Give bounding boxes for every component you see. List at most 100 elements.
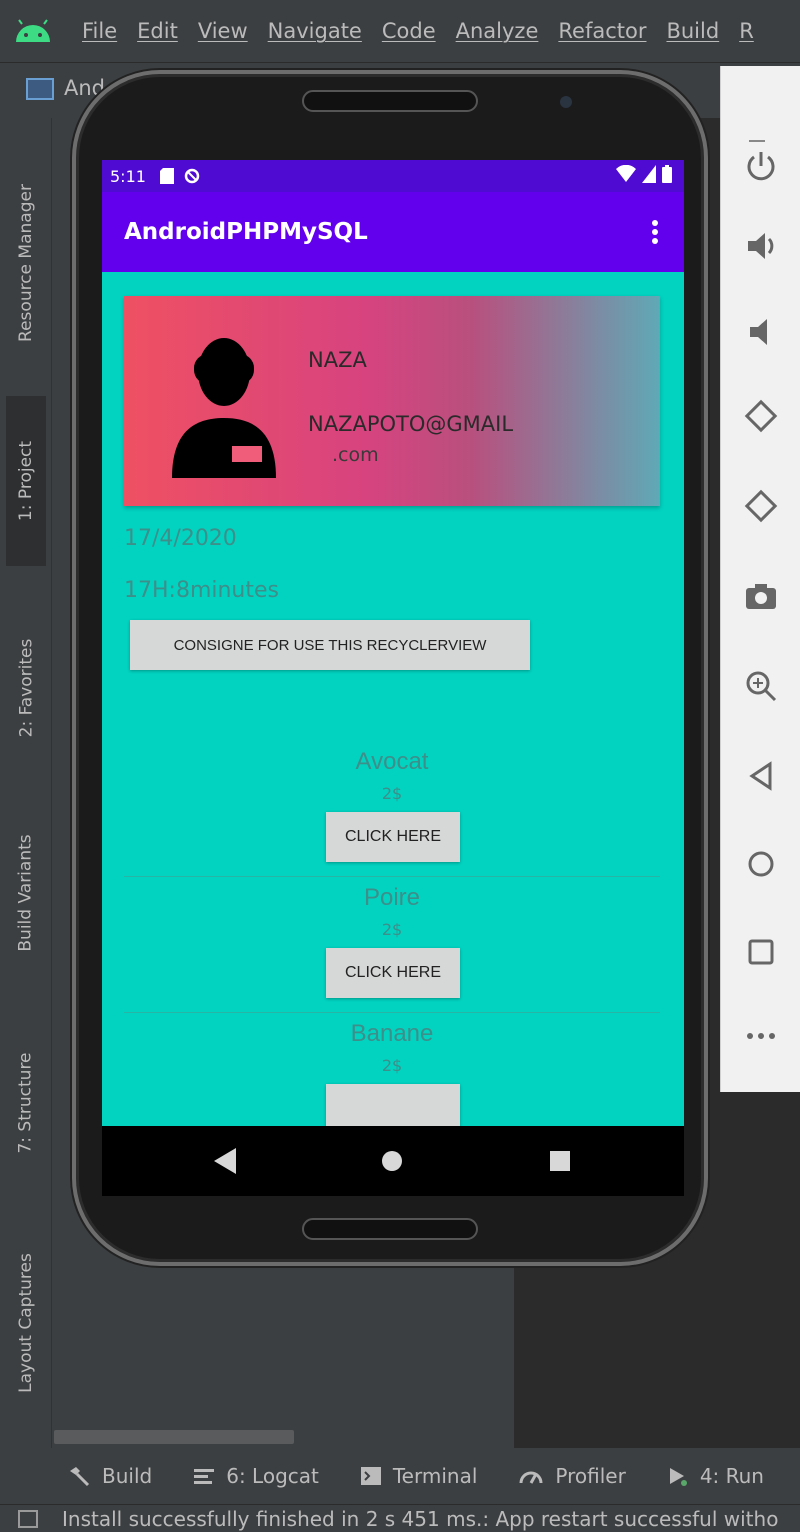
profile-email-domain: .com <box>332 444 379 466</box>
fruit-name: Banane <box>350 1020 434 1047</box>
menu-build[interactable]: Build <box>666 19 719 43</box>
terminal-icon <box>360 1467 381 1485</box>
home-control-button[interactable] <box>721 834 800 894</box>
tool-build-variants[interactable]: Build Variants <box>6 798 46 988</box>
profile-name: NAZA <box>308 348 367 372</box>
volume-up-button[interactable] <box>721 216 800 276</box>
screenshot-button[interactable] <box>721 566 800 626</box>
hammer-icon <box>70 1467 90 1487</box>
run-icon <box>669 1468 687 1486</box>
tool-build-variants-label: Build Variants <box>16 834 37 952</box>
home-icon <box>748 851 774 877</box>
android-studio-icon <box>16 19 50 42</box>
tool-build[interactable]: Build <box>68 1464 152 1488</box>
click-here-button[interactable] <box>326 1084 460 1126</box>
click-here-button[interactable]: CLICK HERE <box>326 948 460 998</box>
list-item: Avocat 2$ CLICK HERE <box>124 748 660 884</box>
power-button[interactable] <box>721 136 800 196</box>
rotate-right-button[interactable] <box>721 476 800 536</box>
menu-analyze[interactable]: Analyze <box>456 19 539 43</box>
user-avatar-icon <box>172 338 276 478</box>
status-bar: 5:11 <box>102 160 684 192</box>
tool-layout-captures[interactable]: Layout Captures <box>6 1218 46 1428</box>
tool-resource-manager[interactable]: Resource Manager <box>6 138 46 388</box>
tool-run-label: 4: Run <box>699 1464 764 1488</box>
volume-down-icon <box>750 319 767 345</box>
nav-back-icon[interactable] <box>214 1148 236 1174</box>
tool-logcat[interactable]: 6: Logcat <box>194 1464 319 1488</box>
profile-email: NAZAPOTO@GMAIL <box>308 412 514 436</box>
time-label: 17H:8minutes <box>124 578 279 603</box>
fruit-price: 2$ <box>381 1056 403 1075</box>
tool-logcat-label: 6: Logcat <box>226 1464 319 1488</box>
menu-code[interactable]: Code <box>382 19 436 43</box>
consigne-button[interactable]: CONSIGNE FOR USE THIS RECYCLERVIEW <box>130 620 530 670</box>
tool-run[interactable]: 4: Run <box>668 1464 764 1488</box>
rotate-left-icon <box>744 399 778 433</box>
overview-icon <box>748 939 774 965</box>
menu-navigate[interactable]: Navigate <box>268 19 362 43</box>
status-time: 5:11 <box>110 166 146 186</box>
status-message: Install successfully finished in 2 s 451… <box>62 1506 779 1531</box>
tool-profiler[interactable]: Profiler <box>519 1464 626 1488</box>
more-control-button[interactable] <box>721 1006 800 1066</box>
date-label: 17/4/2020 <box>124 526 237 551</box>
click-here-button[interactable]: CLICK HERE <box>326 812 460 862</box>
ide-menu-bar: File Edit View Navigate Code Analyze Ref… <box>0 0 800 62</box>
profile-card: NAZA NAZAPOTO@GMAIL .com <box>124 296 660 506</box>
top-speaker <box>302 90 478 112</box>
tool-layout-captures-label: Layout Captures <box>16 1253 36 1393</box>
tool-favorites-label: 2: Favorites <box>16 638 36 738</box>
left-tool-strip: Resource Manager 1: Project 2: Favorites… <box>0 118 52 1448</box>
tool-structure-label: 7: Structure <box>16 1052 36 1154</box>
tool-project-label: 1: Project <box>16 440 36 522</box>
phone-screen: 5:11 AndroidPHPMySQL NAZA NAZAPOTO@GMAIL… <box>102 160 684 1196</box>
navigation-bar <box>102 1126 684 1196</box>
overview-control-button[interactable] <box>721 922 800 982</box>
item-divider <box>124 1012 660 1013</box>
menu-view[interactable]: View <box>198 19 248 43</box>
sd-card-icon <box>159 168 174 184</box>
tool-favorites[interactable]: 2: Favorites <box>6 608 46 768</box>
battery-icon <box>662 165 672 183</box>
nav-recent-apps-icon[interactable] <box>550 1151 570 1171</box>
power-icon <box>747 152 775 181</box>
app-title: AndroidPHPMySQL <box>124 219 368 245</box>
menu-refactor[interactable]: Refactor <box>558 19 646 43</box>
overflow-menu-icon[interactable] <box>652 220 658 244</box>
list-item: Poire 2$ CLICK HERE <box>124 884 660 1020</box>
app-bar: AndroidPHPMySQL <box>102 192 684 272</box>
status-toggle-icon[interactable] <box>18 1509 38 1528</box>
front-camera <box>560 96 572 108</box>
fruit-price: 2$ <box>381 784 403 803</box>
menu-file[interactable]: File <box>82 19 117 43</box>
profiler-icon <box>519 1471 543 1484</box>
item-divider <box>124 876 660 877</box>
app-content[interactable]: NAZA NAZAPOTO@GMAIL .com 17/4/2020 17H:8… <box>102 272 684 1126</box>
volume-down-button[interactable] <box>721 302 800 362</box>
list-item: Banane 2$ <box>124 1020 660 1126</box>
menu-edit[interactable]: Edit <box>137 19 178 43</box>
project-window-icon <box>26 78 54 100</box>
emulator-controls-panel <box>720 66 800 1092</box>
tool-build-label: Build <box>102 1464 153 1488</box>
back-control-button[interactable] <box>721 746 800 806</box>
more-icon <box>747 1033 775 1039</box>
logcat-icon <box>194 1469 215 1484</box>
volume-up-icon <box>748 233 774 259</box>
fruit-name: Avocat <box>355 748 429 775</box>
zoom-button[interactable] <box>721 656 800 716</box>
back-icon <box>749 761 772 791</box>
tool-project[interactable]: 1: Project <box>6 396 46 566</box>
tool-structure[interactable]: 7: Structure <box>6 1018 46 1188</box>
fruit-price: 2$ <box>381 920 403 939</box>
signal-icon <box>642 165 656 183</box>
horizontal-scrollbar[interactable] <box>54 1430 294 1444</box>
nav-home-icon[interactable] <box>382 1151 402 1171</box>
tool-terminal[interactable]: Terminal <box>360 1464 477 1488</box>
rotate-left-button[interactable] <box>721 386 800 446</box>
fruit-name: Poire <box>363 884 421 911</box>
menu-run[interactable]: R <box>739 19 754 43</box>
sync-icon <box>184 168 200 184</box>
tool-profiler-label: Profiler <box>555 1464 626 1488</box>
